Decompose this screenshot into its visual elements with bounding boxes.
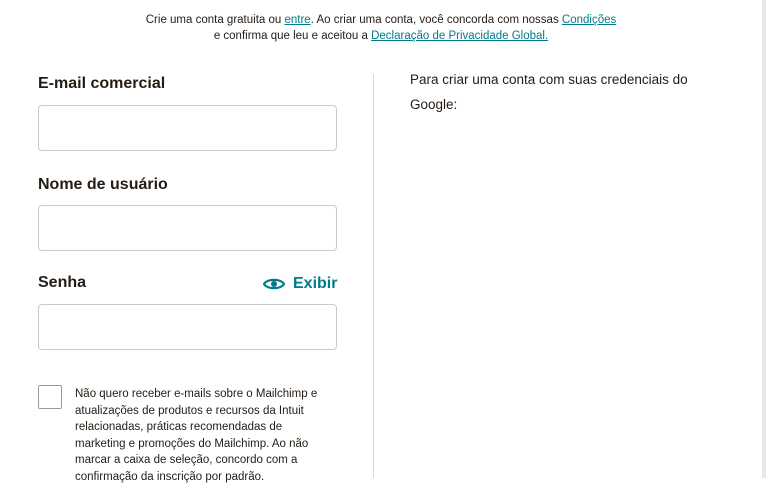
privacy-link[interactable]: Declaração de Privacidade Global. <box>371 30 548 42</box>
intro-line-1: Crie uma conta gratuita ou entre. Ao cri… <box>0 12 762 28</box>
optout-checkbox[interactable] <box>38 385 62 409</box>
page-scrollbar[interactable] <box>762 0 766 478</box>
show-password-button[interactable]: Exibir <box>263 274 339 294</box>
terms-link[interactable]: Condições <box>562 14 616 26</box>
google-signup-text: Para criar uma conta com suas credenciai… <box>410 72 688 112</box>
password-field-wrapper <box>38 304 337 350</box>
password-label: Senha <box>38 274 87 291</box>
intro-text: Crie uma conta gratuita ou entre. Ao cri… <box>0 12 762 44</box>
optout-text: Não quero receber e-mails sobre o Mailch… <box>75 388 318 483</box>
email-label: E-mail comercial <box>38 75 166 92</box>
email-field-wrapper <box>38 105 337 151</box>
show-password-label: Exibir <box>293 275 338 292</box>
intro-line-2: e confirma que leu e aceitou a Declaraçã… <box>0 28 762 44</box>
intro-text-2: . Ao criar uma conta, você concorda com … <box>310 14 562 26</box>
username-field-wrapper <box>38 205 337 251</box>
intro-text-3: e confirma que leu e aceitou a <box>213 30 372 42</box>
email-field[interactable] <box>39 106 336 150</box>
username-field[interactable] <box>39 206 336 250</box>
login-link[interactable]: entre <box>284 14 310 26</box>
column-divider <box>373 74 374 478</box>
password-field[interactable] <box>39 305 336 349</box>
intro-text-1: Crie uma conta gratuita ou <box>145 14 285 26</box>
username-label: Nome de usuário <box>38 176 168 193</box>
eye-icon <box>263 278 285 290</box>
